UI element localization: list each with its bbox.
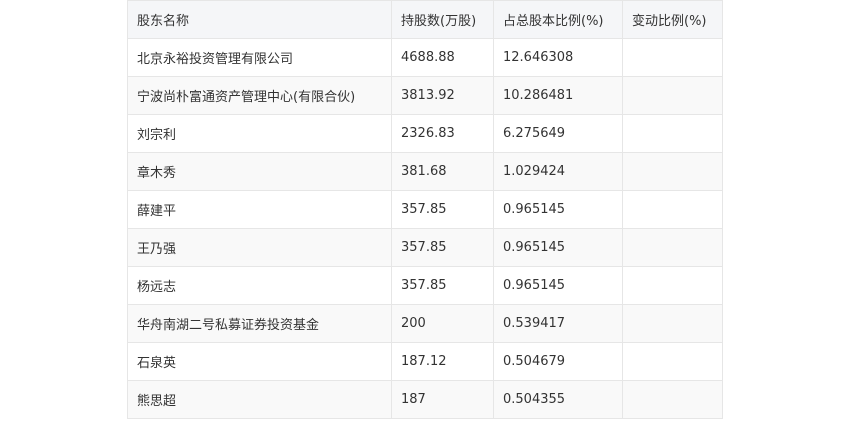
cell-share-ratio: 0.504355: [493, 380, 623, 419]
cell-shares-held: 357.85: [391, 190, 494, 229]
cell-change-ratio: [622, 190, 723, 229]
cell-shareholder-name: 王乃强: [127, 228, 392, 267]
table-row: 刘宗利 2326.83 6.275649: [127, 114, 723, 153]
table-row: 宁波尚朴富通资产管理中心(有限合伙) 3813.92 10.286481: [127, 76, 723, 115]
cell-shares-held: 200: [391, 304, 494, 343]
cell-change-ratio: [622, 76, 723, 115]
cell-share-ratio: 10.286481: [493, 76, 623, 115]
table-row: 北京永裕投资管理有限公司 4688.88 12.646308: [127, 38, 723, 77]
cell-shareholder-name: 熊思超: [127, 380, 392, 419]
cell-change-ratio: [622, 266, 723, 305]
cell-change-ratio: [622, 304, 723, 343]
header-row: 股东名称 持股数(万股) 占总股本比例(%) 变动比例(%): [127, 0, 723, 39]
cell-shares-held: 187: [391, 380, 494, 419]
cell-shareholder-name: 石泉英: [127, 342, 392, 381]
cell-shareholder-name: 华舟南湖二号私募证券投资基金: [127, 304, 392, 343]
header-change-ratio: 变动比例(%): [622, 0, 723, 39]
cell-shares-held: 4688.88: [391, 38, 494, 77]
cell-share-ratio: 0.539417: [493, 304, 623, 343]
cell-share-ratio: 0.965145: [493, 266, 623, 305]
cell-shareholder-name: 宁波尚朴富通资产管理中心(有限合伙): [127, 76, 392, 115]
cell-share-ratio: 6.275649: [493, 114, 623, 153]
cell-change-ratio: [622, 228, 723, 267]
cell-change-ratio: [622, 114, 723, 153]
table-row: 章木秀 381.68 1.029424: [127, 152, 723, 191]
cell-share-ratio: 0.504679: [493, 342, 623, 381]
cell-share-ratio: 12.646308: [493, 38, 623, 77]
table-row: 石泉英 187.12 0.504679: [127, 342, 723, 381]
cell-share-ratio: 0.965145: [493, 228, 623, 267]
cell-shareholder-name: 章木秀: [127, 152, 392, 191]
header-shares-held: 持股数(万股): [391, 0, 494, 39]
cell-share-ratio: 0.965145: [493, 190, 623, 229]
cell-shares-held: 3813.92: [391, 76, 494, 115]
cell-shareholder-name: 薛建平: [127, 190, 392, 229]
cell-shares-held: 187.12: [391, 342, 494, 381]
cell-shareholder-name: 北京永裕投资管理有限公司: [127, 38, 392, 77]
cell-change-ratio: [622, 152, 723, 191]
cell-shares-held: 381.68: [391, 152, 494, 191]
table-body: 北京永裕投资管理有限公司 4688.88 12.646308 宁波尚朴富通资产管理中心…: [127, 38, 723, 419]
cell-change-ratio: [622, 38, 723, 77]
header-share-ratio: 占总股本比例(%): [493, 0, 623, 39]
cell-shares-held: 357.85: [391, 228, 494, 267]
shareholder-table: 股东名称 持股数(万股) 占总股本比例(%) 变动比例(%) 北京永裕投资管理有…: [127, 0, 723, 419]
table-row: 薛建平 357.85 0.965145: [127, 190, 723, 229]
cell-shareholder-name: 杨远志: [127, 266, 392, 305]
cell-share-ratio: 1.029424: [493, 152, 623, 191]
cell-shares-held: 2326.83: [391, 114, 494, 153]
cell-change-ratio: [622, 380, 723, 419]
cell-shares-held: 357.85: [391, 266, 494, 305]
table-row: 熊思超 187 0.504355: [127, 380, 723, 419]
table-row: 华舟南湖二号私募证券投资基金 200 0.539417: [127, 304, 723, 343]
shareholder-table-container: 股东名称 持股数(万股) 占总股本比例(%) 变动比例(%) 北京永裕投资管理有…: [127, 0, 723, 419]
cell-shareholder-name: 刘宗利: [127, 114, 392, 153]
table-header: 股东名称 持股数(万股) 占总股本比例(%) 变动比例(%): [127, 0, 723, 39]
cell-change-ratio: [622, 342, 723, 381]
table-row: 杨远志 357.85 0.965145: [127, 266, 723, 305]
header-shareholder-name: 股东名称: [127, 0, 392, 39]
table-row: 王乃强 357.85 0.965145: [127, 228, 723, 267]
